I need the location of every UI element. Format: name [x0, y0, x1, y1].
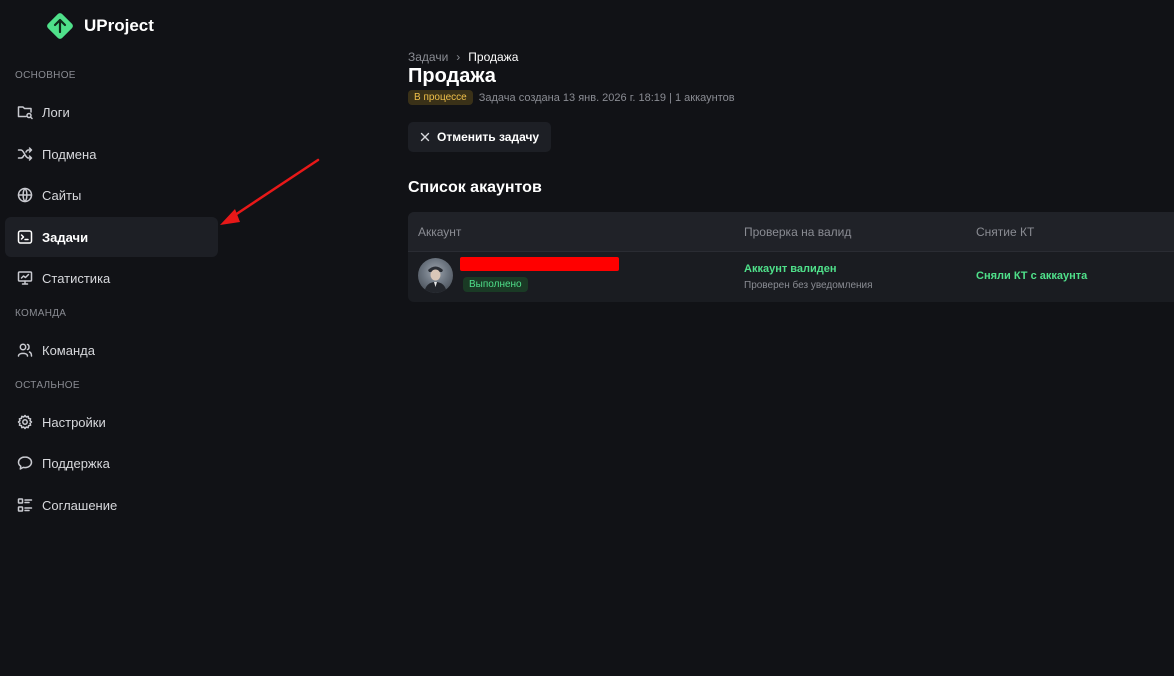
kt-status: Сняли КТ с аккаунта [976, 270, 1088, 282]
redacted-account-name [460, 257, 619, 271]
sidebar-item-substitution[interactable]: Подмена [5, 134, 218, 174]
column-header-validity: Проверка на валид [744, 225, 852, 239]
sidebar-item-label: Подмена [42, 146, 97, 162]
table-header: Аккаунт Проверка на валид Снятие КТ [408, 212, 1174, 252]
accounts-list-title: Список акаунтов [408, 179, 542, 196]
sidebar-item-label: Логи [42, 104, 70, 120]
annotation-arrow [220, 158, 320, 225]
avatar [418, 258, 453, 293]
validity-note: Проверен без уведомления [744, 280, 873, 291]
sidebar-item-team[interactable]: Команда [5, 330, 218, 370]
sidebar-item-label: Статистика [42, 270, 111, 286]
gear-icon [17, 414, 33, 430]
shuffle-icon [17, 146, 33, 162]
folder-icon [17, 104, 33, 120]
validity-status: Аккаунт валиден [744, 263, 837, 275]
sidebar-item-label: Соглашение [42, 497, 118, 513]
sidebar-item-label: Настройки [42, 414, 106, 430]
close-icon [420, 132, 430, 142]
sidebar-item-label: Сайты [42, 187, 82, 203]
users-icon [17, 342, 33, 358]
chevron-right-icon: › [456, 50, 461, 64]
logo-icon [47, 13, 73, 39]
sidebar-item-agreement[interactable]: Соглашение [5, 485, 218, 525]
section-title-team: КОМАНДА [15, 308, 67, 319]
section-title-main: ОСНОВНОЕ [15, 70, 76, 81]
task-meta-text: Задача создана 13 янв. 2026 г. 18:19 | 1… [478, 91, 735, 104]
logo[interactable]: UProject [44, 10, 154, 42]
sidebar-item-support[interactable]: Поддержка [5, 443, 218, 483]
sidebar-item-label: Поддержка [42, 455, 110, 471]
table-row[interactable]: Выполнено Аккаунт валиден Проверен без у… [408, 252, 1174, 302]
sidebar-item-statistics[interactable]: Статистика [5, 258, 218, 298]
breadcrumb-current: Продажа [468, 50, 519, 64]
sidebar-item-settings[interactable]: Настройки [5, 402, 218, 442]
sidebar-item-label: Задачи [42, 229, 89, 245]
status-badge: Выполнено [463, 277, 528, 292]
breadcrumb: Задачи › Продажа [408, 50, 518, 64]
sidebar-item-logs[interactable]: Логи [5, 92, 218, 132]
cancel-task-label: Отменить задачу [437, 130, 540, 144]
monitor-icon [17, 270, 33, 286]
status-badge: В процессе [408, 90, 473, 105]
sidebar-item-label: Команда [42, 342, 95, 358]
column-header-account: Аккаунт [418, 225, 462, 239]
chat-icon [17, 455, 33, 471]
cancel-task-button[interactable]: Отменить задачу [408, 122, 552, 152]
list-icon [17, 497, 33, 513]
task-meta: В процессе Задача создана 13 янв. 2026 г… [408, 90, 735, 105]
globe-icon [17, 187, 33, 203]
terminal-icon [17, 229, 33, 245]
section-title-other: ОСТАЛЬНОЕ [15, 380, 80, 391]
sidebar-item-tasks[interactable]: Задачи [5, 217, 218, 257]
app-name: UProject [84, 16, 154, 35]
sidebar-item-sites[interactable]: Сайты [5, 175, 218, 215]
page-title: Продажа [408, 65, 496, 87]
sidebar: UProject ОСНОВНОЕ Логи Подмена Сайты Зад… [0, 0, 226, 676]
accounts-table: Аккаунт Проверка на валид Снятие КТ Выпо… [408, 212, 1174, 302]
column-header-kt: Снятие КТ [976, 225, 1035, 239]
breadcrumb-parent[interactable]: Задачи [408, 50, 448, 64]
